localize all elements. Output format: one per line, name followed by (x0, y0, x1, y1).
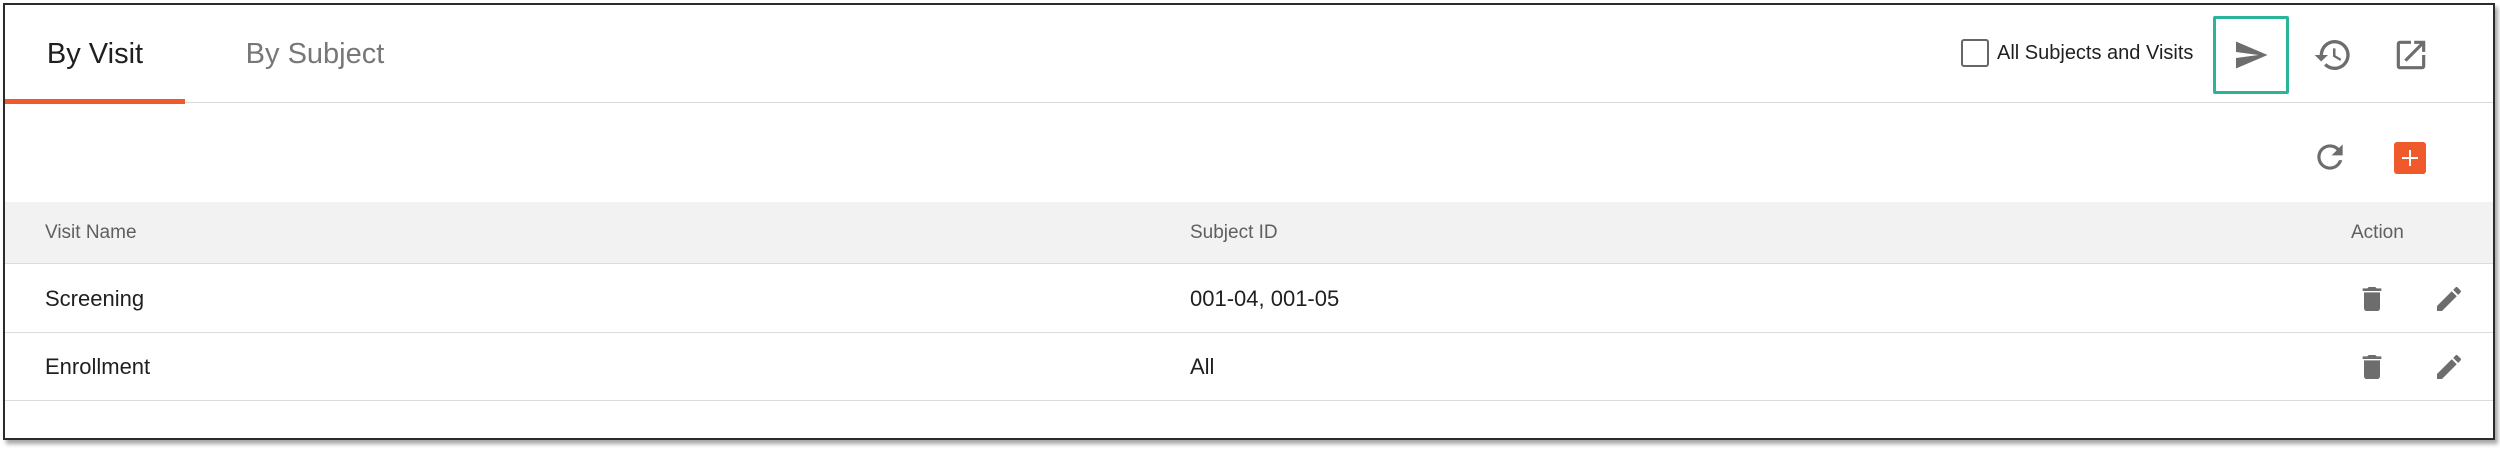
delete-button[interactable] (2356, 283, 2388, 315)
column-header-action: Action (2351, 222, 2404, 243)
send-button[interactable] (2213, 16, 2289, 94)
tab-bar: By Visit By Subject All Subjects and Vis… (5, 5, 2493, 104)
delete-icon (2362, 287, 2382, 311)
tab-by-subject[interactable]: By Subject (205, 5, 425, 103)
all-subjects-visits-label: All Subjects and Visits (1997, 41, 2194, 64)
column-header-subject-id: Subject ID (1190, 222, 1278, 243)
table-row: Enrollment All (5, 333, 2493, 401)
visit-name-cell: Screening (45, 286, 145, 311)
subject-id-cell: 001-04, 001-05 (1190, 286, 1340, 311)
edit-icon (2437, 286, 2462, 311)
edit-icon (2437, 354, 2462, 379)
tab-by-visit-label: By Visit (46, 37, 144, 70)
table-header: Visit Name Subject ID Action (5, 202, 2493, 264)
tab-by-subject-label: By Subject (245, 37, 385, 70)
edit-button[interactable] (2433, 283, 2465, 315)
delete-icon (2362, 355, 2382, 379)
all-subjects-visits-checkbox[interactable] (1961, 39, 1989, 67)
table-row: Screening 001-04, 001-05 (5, 265, 2493, 333)
add-button[interactable] (2394, 142, 2426, 174)
column-header-visit-name: Visit Name (45, 222, 137, 243)
visit-name-cell: Enrollment (45, 354, 151, 379)
all-subjects-visits-toggle[interactable]: All Subjects and Visits (1961, 38, 2193, 68)
refresh-icon (2317, 144, 2343, 170)
history-icon (2314, 40, 2350, 70)
delete-button[interactable] (2356, 351, 2388, 383)
open-in-new-icon (2396, 40, 2426, 70)
add-icon (2402, 150, 2418, 166)
history-button[interactable] (2310, 32, 2356, 78)
open-in-new-button[interactable] (2388, 32, 2434, 78)
visits-panel: By Visit By Subject All Subjects and Vis… (3, 3, 2495, 440)
subject-id-cell: All (1190, 354, 1215, 379)
refresh-button[interactable] (2308, 135, 2352, 179)
edit-button[interactable] (2433, 351, 2465, 383)
send-icon (2236, 41, 2268, 69)
tab-by-visit[interactable]: By Visit (5, 5, 185, 104)
active-tab-indicator (5, 99, 185, 104)
